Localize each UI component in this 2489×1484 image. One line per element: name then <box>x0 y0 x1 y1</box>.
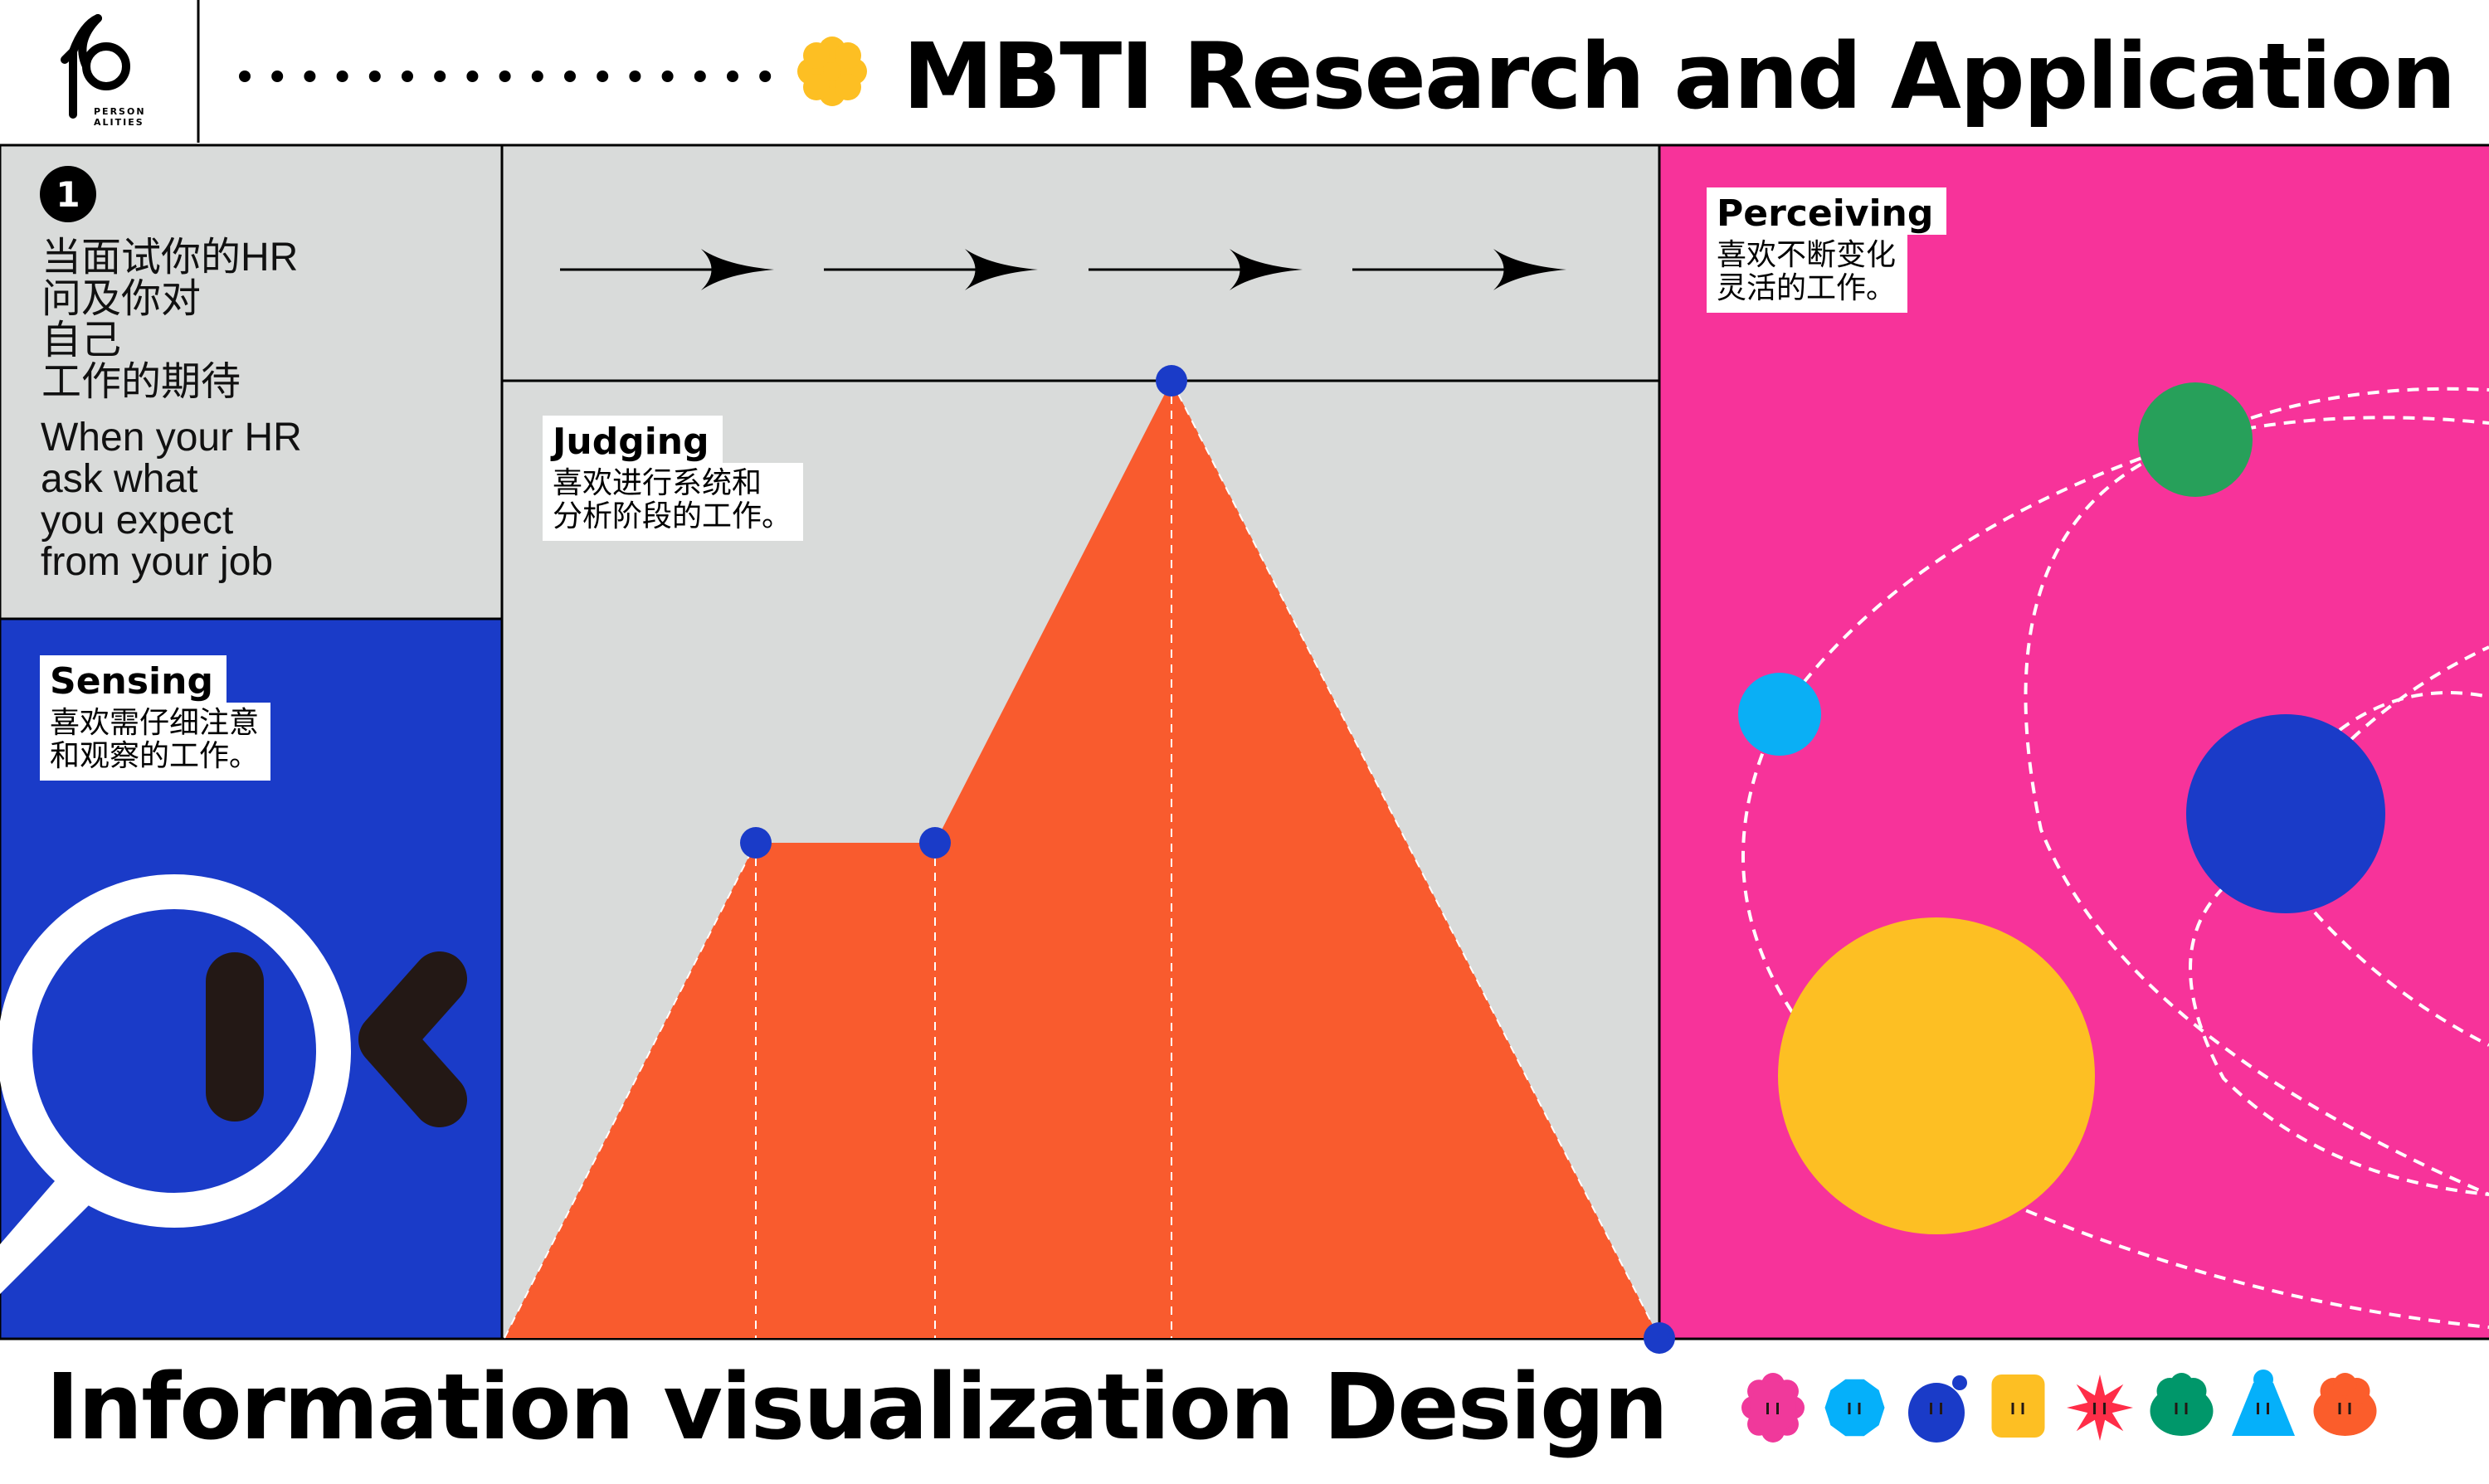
dot <box>759 71 772 82</box>
perceiving-title: Perceiving <box>1707 187 1947 235</box>
mountain-point <box>919 827 951 859</box>
cyan-octagon-character-icon <box>1824 1379 1885 1437</box>
intro-chinese: 当面试你的HR 问及你对 自己 工作的期待 <box>41 236 299 404</box>
judging-label: Judging 喜欢进行系统和 分析阶段的工作。 <box>543 416 804 541</box>
dot <box>629 71 641 82</box>
blue-blob-character-icon <box>1908 1375 1967 1443</box>
poster-graphics: PERSON ALITIES 1 <box>0 0 2489 1443</box>
red-star-character-icon <box>2067 1375 2133 1441</box>
green-cloud-character-icon <box>2150 1373 2214 1436</box>
dot <box>402 71 413 82</box>
perceiving-body: 喜欢不断变化 灵活的工作。 <box>1707 235 1908 313</box>
blue-planet <box>2186 714 2385 913</box>
dot <box>597 71 609 82</box>
dot <box>466 71 479 82</box>
perceiving-label: Perceiving 喜欢不断变化 灵活的工作。 <box>1707 187 1947 313</box>
dot <box>434 71 446 82</box>
cyan-cone-character-icon <box>2232 1370 2295 1436</box>
dot <box>727 71 738 82</box>
logo-text-2: ALITIES <box>94 117 144 128</box>
judging-title: Judging <box>543 416 723 463</box>
footer-title: Information visualization Design <box>46 1354 1668 1460</box>
dot <box>239 71 251 82</box>
step-number: 1 <box>56 174 80 215</box>
mountain-point <box>740 827 772 859</box>
dot <box>304 71 316 82</box>
yellow-block-character-icon <box>1991 1375 2045 1438</box>
sensing-label: Sensing 喜欢需仔细注意 和观察的工作。 <box>40 655 271 781</box>
dot <box>368 71 381 82</box>
intro-english: When your HR ask what you expect from yo… <box>41 416 302 584</box>
dot <box>499 71 511 82</box>
sensing-title: Sensing <box>40 655 226 703</box>
orange-cloud-character-icon <box>2313 1373 2377 1436</box>
yellow-planet <box>1778 917 2095 1234</box>
mountain-peak-point <box>1156 365 1187 397</box>
dot <box>694 71 706 82</box>
dot <box>531 71 543 82</box>
character-row <box>1741 1370 2377 1443</box>
dot <box>336 71 348 82</box>
dot <box>661 71 674 82</box>
page-title: MBTI Research and Application <box>903 23 2456 129</box>
logo-16-icon <box>61 14 130 119</box>
logo-text-1: PERSON <box>94 106 146 117</box>
eye-bar-icon <box>206 952 264 1122</box>
sensing-body: 喜欢需仔细注意 和观察的工作。 <box>40 703 271 781</box>
dotted-line <box>239 71 772 82</box>
judging-body: 喜欢进行系统和 分析阶段的工作。 <box>543 463 804 541</box>
pink-flower-character-icon <box>1741 1373 1805 1443</box>
cyan-planet <box>1738 673 1821 756</box>
dot <box>564 71 576 82</box>
mountain-end-point <box>1644 1322 1675 1354</box>
dot <box>271 71 284 82</box>
yellow-flower-icon <box>797 36 867 106</box>
green-planet <box>2138 382 2253 497</box>
